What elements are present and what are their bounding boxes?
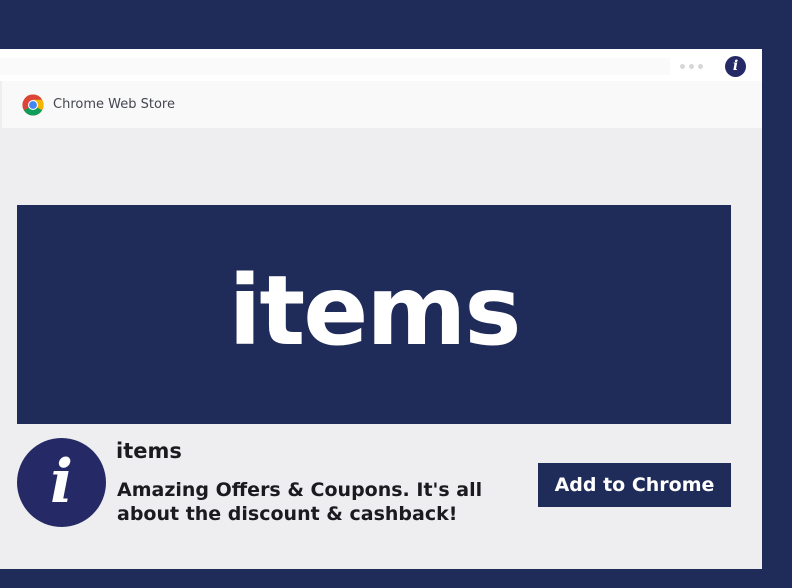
store-header: Chrome Web Store (2, 81, 762, 128)
address-bar[interactable] (0, 58, 670, 75)
extension-info-icon: i (17, 438, 106, 527)
extension-description: Amazing Offers & Coupons. It's all about… (117, 479, 483, 525)
browser-window: i Chrome Web Store items i items Amazing… (0, 49, 762, 569)
extension-banner: items (17, 205, 731, 424)
banner-wordmark: items (228, 254, 521, 367)
extension-name: items (116, 439, 182, 463)
add-to-chrome-button[interactable]: Add to Chrome (538, 463, 731, 507)
chrome-logo-icon (22, 94, 44, 116)
info-icon[interactable]: i (725, 56, 746, 77)
store-title[interactable]: Chrome Web Store (53, 96, 175, 114)
more-horizontal-icon[interactable] (680, 62, 708, 70)
browser-top-bar: i (0, 49, 762, 81)
